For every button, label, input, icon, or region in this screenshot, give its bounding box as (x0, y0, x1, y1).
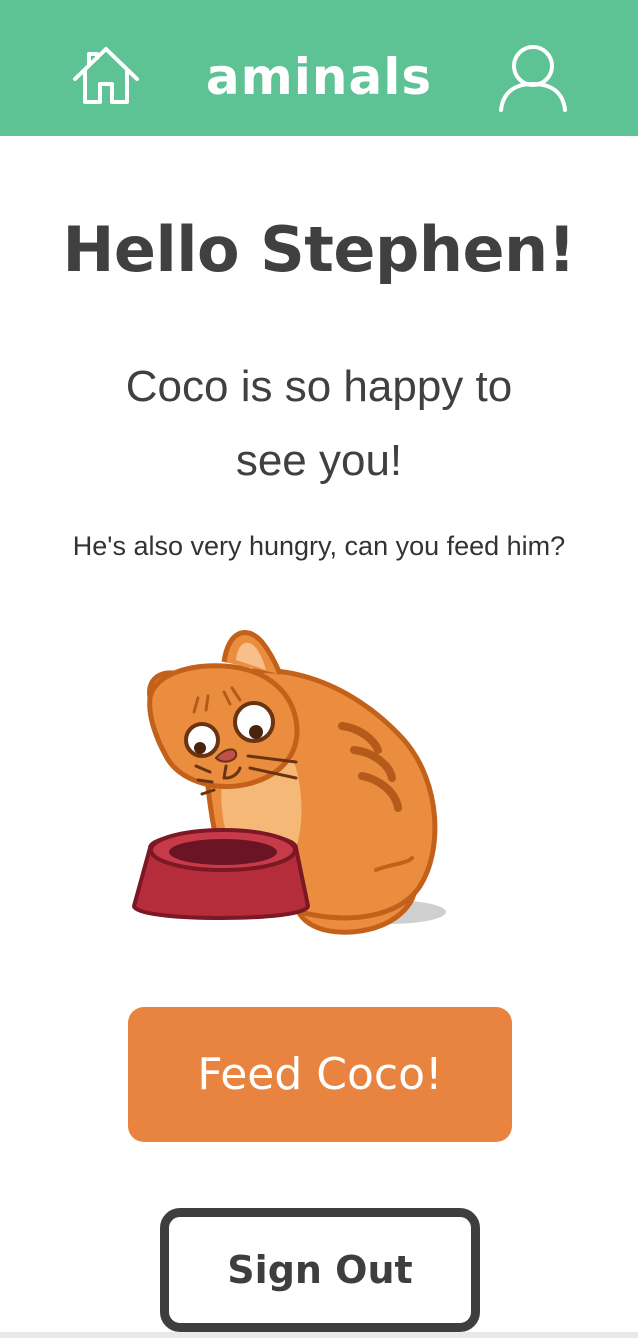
bottom-divider (0, 1332, 638, 1338)
user-icon (499, 45, 567, 112)
happy-message: Coco is so happy to see you! (125, 362, 513, 485)
feed-button[interactable]: Feed Coco! (128, 1007, 512, 1142)
hungry-message: He's also very hungry, can you feed him? (72, 531, 566, 561)
greeting-heading: Hello Stephen! (62, 213, 576, 286)
app-header: aminals (0, 0, 638, 136)
profile-button[interactable] (496, 42, 570, 114)
sign-out-button[interactable]: Sign Out (160, 1208, 480, 1332)
cat-with-empty-bowl-illustration (132, 630, 446, 935)
